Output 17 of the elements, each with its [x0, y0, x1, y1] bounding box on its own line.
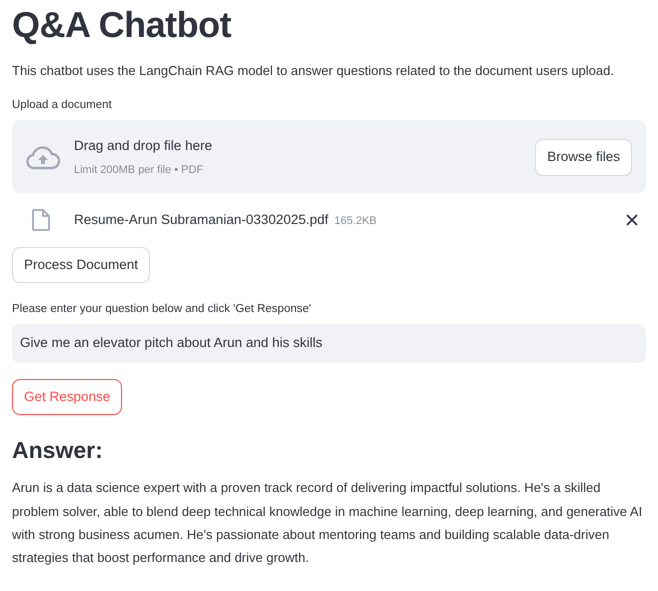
- field-label: Upload a document: [12, 98, 113, 113]
- drop-instruction: Drag and drop file here: [74, 137, 214, 156]
- file-name: Resume-Arun Subramanian-03302025.pdf: [74, 210, 328, 229]
- file-icon: [32, 208, 50, 231]
- page-title: Q&A Chatbot: [12, 4, 232, 46]
- cloud-upload-icon: [26, 146, 60, 170]
- process-document-button[interactable]: Process Document: [12, 246, 150, 284]
- answer-text: Arun is a data science expert with a proven track record of delivering impactful solutions. He's a skilled problem solver, able to blend deep technical knowledge in machine learning, deep learning, and generative AI with strong business acumen. He's passionate about mentoring teams and building scalable data-driven strategies that boost performance and drive growth.: [12, 479, 644, 567]
- file-size: 165.2KB: [334, 214, 377, 229]
- answer-heading: Answer:: [12, 436, 104, 464]
- browse-files-button[interactable]: Browse files: [535, 139, 632, 176]
- upload-limit-text: Limit 200MB per file • PDF: [74, 163, 204, 178]
- question-input-field[interactable]: Give me an elevator pitch about Arun and his skills: [12, 324, 646, 363]
- close-button[interactable]: [626, 214, 638, 226]
- drop-zone[interactable]: Drag and drop file here Limit 200MB per file • PDF Browse files: [12, 120, 646, 193]
- intro-text: This chatbot uses the LangChain RAG model to answer questions related to the document users upload.: [12, 62, 615, 80]
- field-label: Please enter your question below and click 'Get Response': [12, 302, 312, 318]
